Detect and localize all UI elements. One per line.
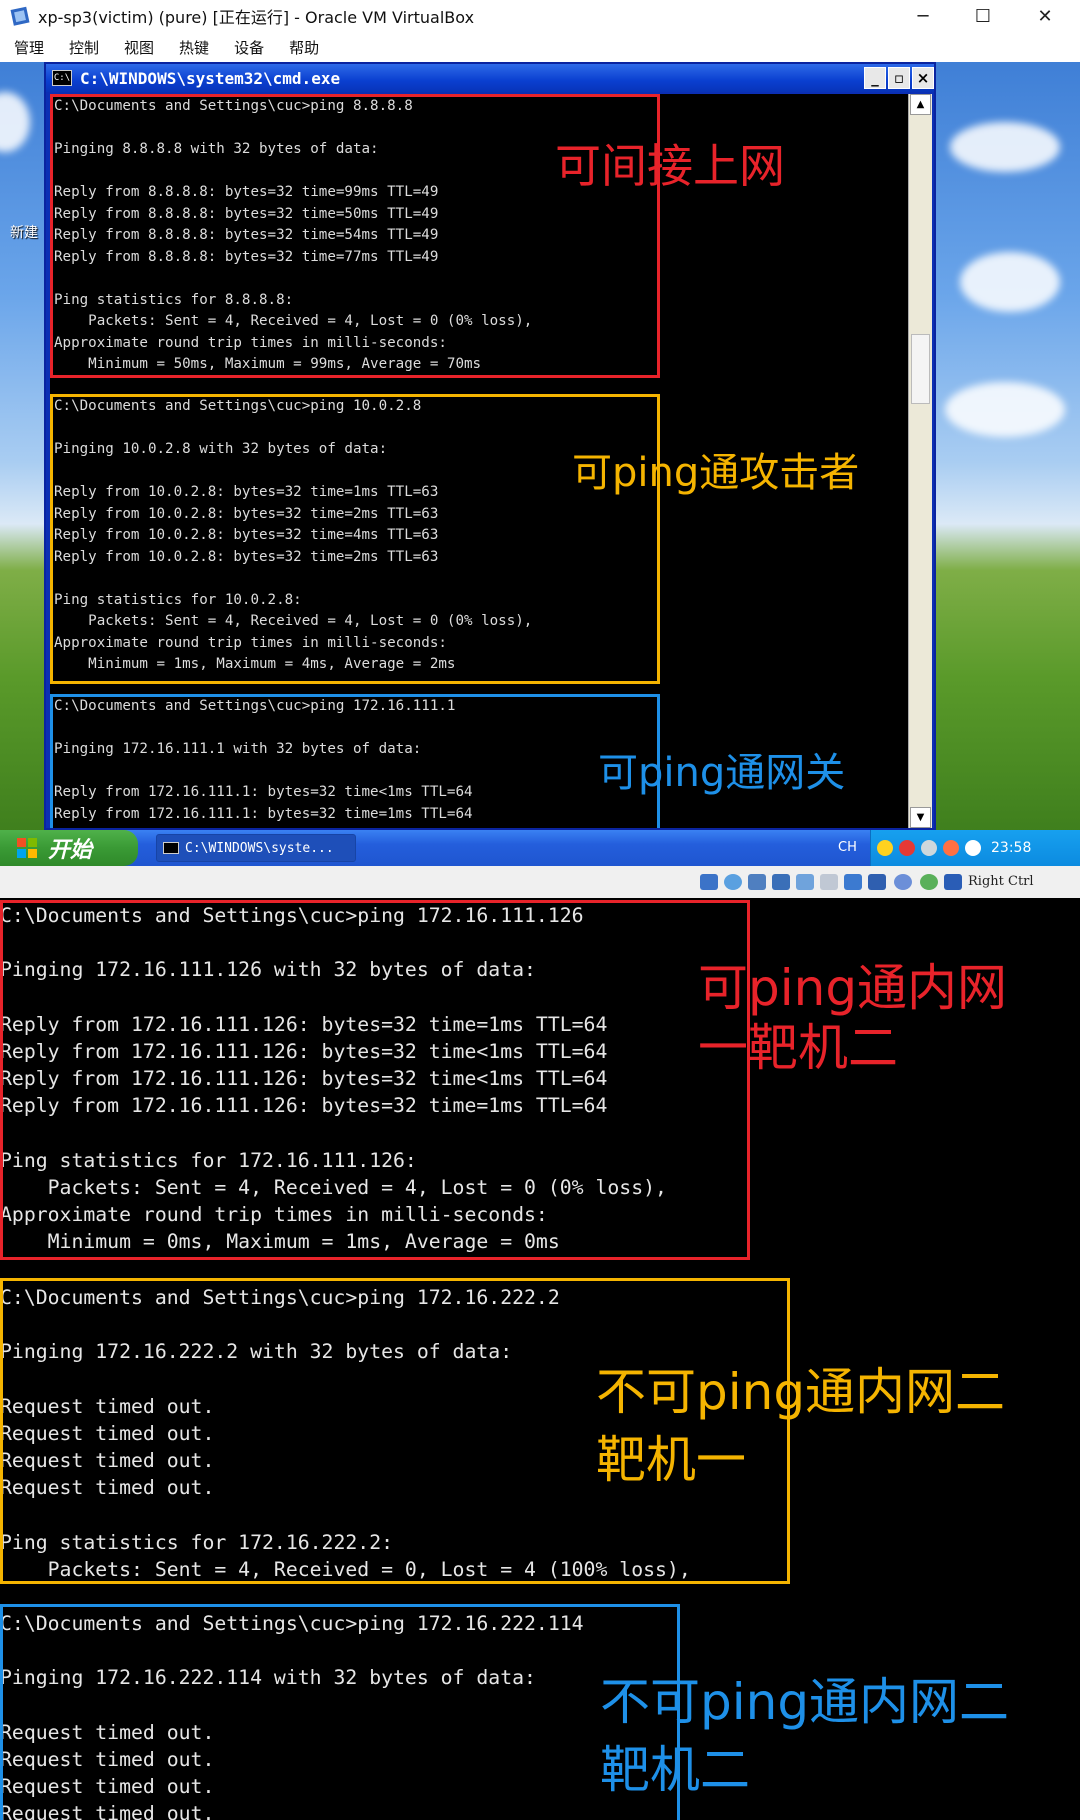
menu-devices[interactable]: 设备 <box>234 37 264 58</box>
cmd-close-button[interactable]: × <box>912 67 934 89</box>
vbox-menu-bar: 管理 控制 视图 热键 设备 帮助 <box>0 32 1080 62</box>
desktop-icon-label[interactable]: 新建 <box>10 222 38 242</box>
virtualbox-window: xp-sp3(victim) (pure) [正在运行] - Oracle VM… <box>0 0 1080 898</box>
cmd-vertical-scrollbar[interactable]: ▲ ▼ <box>908 94 932 828</box>
guest-screen[interactable]: 新建 C:\ C:\WINDOWS\system32\cmd.exe _ ▫ ×… <box>0 62 1080 832</box>
annotation-no-ping-target2: 不可ping通内网二 靶机二 <box>600 1668 1009 1804</box>
menu-hotkeys[interactable]: 热键 <box>179 37 209 58</box>
annotation-no-ping-target1: 不可ping通内网二 靶机一 <box>596 1358 1005 1494</box>
cmd-taskbar-icon <box>163 842 179 854</box>
maximize-button[interactable]: ☐ <box>956 0 1010 32</box>
scroll-down-arrow-icon[interactable]: ▼ <box>910 807 931 828</box>
annotation-line: 不可ping通内网二 <box>600 1673 1010 1731</box>
cmd-minimize-button[interactable]: _ <box>864 67 886 89</box>
update-icon[interactable] <box>965 840 981 856</box>
network-icon[interactable] <box>921 840 937 856</box>
annotation-line: 可ping通内网 <box>698 959 1008 1017</box>
shared-folders-icon[interactable] <box>820 874 838 890</box>
cloud <box>0 92 30 152</box>
cloud <box>960 252 1060 312</box>
menu-manage[interactable]: 管理 <box>14 37 44 58</box>
system-tray: 23:58 <box>870 830 1080 866</box>
annotation-line: 不可ping通内网二 <box>596 1363 1006 1421</box>
scroll-thumb[interactable] <box>911 334 930 404</box>
annotation-ping-target2: 可ping通内网 一靶机二 <box>698 958 1007 1078</box>
security-shield-icon[interactable] <box>877 840 893 856</box>
clock: 23:58 <box>991 840 1032 856</box>
highlight-box-blue <box>0 1604 680 1820</box>
close-button[interactable]: ✕ <box>1018 0 1072 32</box>
network-adapter-icon[interactable] <box>772 874 790 890</box>
vbox-window-title: xp-sp3(victim) (pure) [正在运行] - Oracle VM… <box>38 8 475 27</box>
host-key-label: Right Ctrl <box>968 874 1034 889</box>
display-icon[interactable] <box>844 874 862 890</box>
annotation-ping-attacker: 可ping通攻击者 <box>572 450 860 496</box>
highlight-box-red <box>0 900 750 1260</box>
xp-taskbar: 开始 C:\WINDOWS\syste... CH 23:58 <box>0 830 1080 866</box>
security-alert-icon[interactable] <box>899 840 915 856</box>
mouse-integration-icon[interactable] <box>944 874 962 890</box>
antivirus-icon[interactable] <box>943 840 959 856</box>
optical-drive-icon[interactable] <box>724 874 742 890</box>
virtualbox-app-icon <box>10 6 30 26</box>
highlight-box-yellow <box>50 394 660 684</box>
highlight-box-blue <box>50 694 660 828</box>
annotation-line: 靶机一 <box>596 1431 746 1489</box>
cmd-window[interactable]: C:\ C:\WINDOWS\system32\cmd.exe _ ▫ × C:… <box>44 62 936 830</box>
cmd-restore-button[interactable]: ▫ <box>888 67 910 89</box>
cpu-icon[interactable] <box>894 874 912 890</box>
cmd-app-icon: C:\ <box>52 70 72 86</box>
annotation-line: 靶机二 <box>600 1741 750 1799</box>
cmd-console-output[interactable]: C:\Documents and Settings\cuc>ping 8.8.8… <box>50 94 908 828</box>
cloud <box>950 122 1060 172</box>
taskbar-item-cmd[interactable]: C:\WINDOWS\syste... <box>156 834 356 862</box>
vbox-status-bar: Right Ctrl <box>0 866 1080 898</box>
cmd-window-title: C:\WINDOWS\system32\cmd.exe <box>80 68 341 88</box>
menu-view[interactable]: 视图 <box>124 37 154 58</box>
language-indicator[interactable]: CH <box>838 830 857 866</box>
audio-icon[interactable] <box>748 874 766 890</box>
scroll-up-arrow-icon[interactable]: ▲ <box>910 94 931 115</box>
console-capture-2[interactable]: C:\Documents and Settings\cuc>ping 172.1… <box>0 898 1080 1820</box>
annotation-indirect-internet: 可间接上网 <box>555 139 785 193</box>
usb-icon[interactable] <box>796 874 814 890</box>
video-capture-icon[interactable] <box>868 874 886 890</box>
cmd-title-bar[interactable]: C:\ C:\WINDOWS\system32\cmd.exe _ ▫ × <box>46 64 934 92</box>
start-label: 开始 <box>48 838 93 863</box>
minimize-button[interactable]: ─ <box>896 0 950 32</box>
start-button[interactable]: 开始 <box>0 830 138 866</box>
taskbar-item-label: C:\WINDOWS\syste... <box>185 840 334 856</box>
menu-control[interactable]: 控制 <box>69 37 99 58</box>
vbox-title-bar[interactable]: xp-sp3(victim) (pure) [正在运行] - Oracle VM… <box>0 0 1080 32</box>
annotation-line: 一靶机二 <box>698 1019 898 1077</box>
guest-additions-icon[interactable] <box>920 874 938 890</box>
cloud <box>945 382 1065 437</box>
hard-disk-icon[interactable] <box>700 874 718 890</box>
menu-help[interactable]: 帮助 <box>289 37 319 58</box>
windows-flag-icon <box>17 838 37 858</box>
annotation-ping-gateway: 可ping通网关 <box>598 750 846 796</box>
